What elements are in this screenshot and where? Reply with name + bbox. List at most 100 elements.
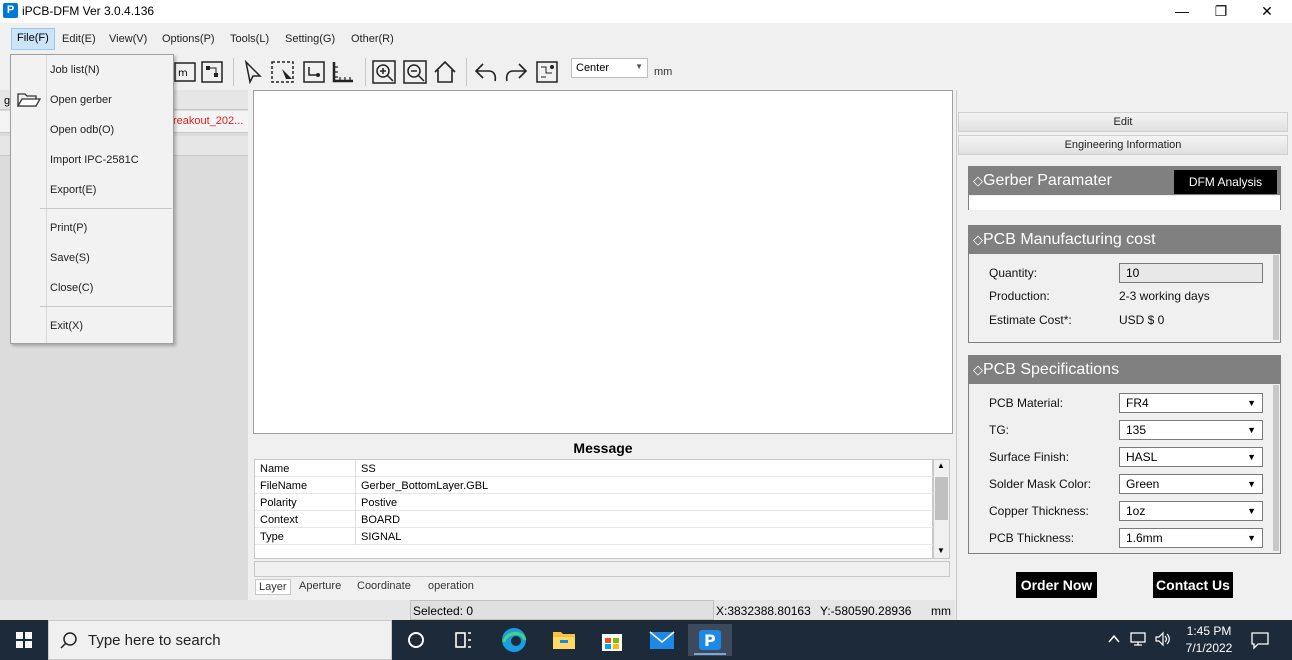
window-title: iPCB-DFM Ver 3.0.4.136: [22, 4, 155, 18]
menu-other[interactable]: Other(R): [351, 33, 394, 45]
engineering-info-header[interactable]: Engineering Information: [958, 135, 1288, 155]
order-now-button[interactable]: Order Now: [1016, 572, 1097, 598]
dropdown-arrow-icon: ▼: [1247, 425, 1256, 435]
mail-icon[interactable]: [640, 624, 684, 656]
edge-browser-icon[interactable]: [492, 624, 536, 656]
dropdown-arrow-icon: ▼: [1247, 398, 1256, 408]
tab-layer[interactable]: Layer: [255, 579, 291, 595]
menu-item-export[interactable]: Export(E): [50, 184, 96, 196]
edit-header[interactable]: Edit: [958, 112, 1288, 132]
contact-us-button[interactable]: Contact Us: [1153, 572, 1233, 598]
status-unit: mm: [931, 604, 951, 618]
menu-item-open-gerber[interactable]: Open gerber: [50, 94, 112, 106]
gerber-title: Gerber Paramater: [983, 172, 1112, 189]
menu-view[interactable]: View(V): [109, 33, 147, 45]
store-icon[interactable]: [590, 624, 634, 656]
surface-finish-select[interactable]: HASL ▼: [1119, 447, 1263, 467]
task-view-icon[interactable]: [441, 624, 485, 656]
redo-icon[interactable]: [503, 59, 529, 85]
windows-start-icon[interactable]: [0, 620, 48, 660]
cost-section-header[interactable]: ◇PCB Manufacturing cost: [969, 226, 1280, 254]
ruler-icon[interactable]: [330, 59, 356, 85]
maximize-button[interactable]: ❐: [1198, 0, 1244, 23]
show-hidden-icons-icon[interactable]: [1107, 632, 1121, 649]
estimate-cost-value: USD $ 0: [1119, 313, 1165, 327]
move-icon[interactable]: [301, 59, 327, 85]
menu-item-print[interactable]: Print(P): [50, 222, 87, 234]
menu-item-exit[interactable]: Exit(X): [50, 320, 83, 332]
undo-icon[interactable]: [473, 59, 499, 85]
menu-file[interactable]: File(F): [11, 28, 55, 50]
quantity-input[interactable]: 10: [1119, 263, 1263, 283]
status-y-coordinate: Y:-580590.28936: [820, 604, 912, 618]
menu-item-import-ipc[interactable]: Import IPC-2581C: [50, 154, 139, 166]
pcb-thickness-select[interactable]: 1.6mm ▼: [1119, 528, 1263, 548]
message-table: Name SS FileName Gerber_BottomLayer.GBL Po…: [254, 459, 934, 559]
align-select[interactable]: Center ▼: [571, 58, 648, 78]
table-row: Polarity Postive: [255, 494, 934, 511]
search-icon: [60, 631, 78, 652]
tg-select[interactable]: 135 ▼: [1119, 420, 1263, 440]
surface-finish-label: Surface Finish:: [989, 450, 1070, 464]
chevron-icon: ◇: [973, 362, 983, 377]
job-name[interactable]: reakout_202...: [173, 115, 243, 127]
close-button[interactable]: ✕: [1244, 0, 1290, 23]
zoom-in-icon[interactable]: [371, 59, 397, 85]
taskbar-clock-date[interactable]: 7/1/2022: [1184, 641, 1234, 655]
net-icon[interactable]: [199, 59, 225, 85]
measure-icon[interactable]: m: [172, 59, 198, 85]
menu-item-save[interactable]: Save(S): [50, 252, 90, 264]
network-icon[interactable]: [1129, 631, 1147, 650]
specs-scrollbar[interactable]: [1273, 385, 1279, 551]
solder-mask-select[interactable]: Green ▼: [1119, 474, 1263, 494]
tab-aperture[interactable]: Aperture: [299, 580, 341, 592]
cost-title: PCB Manufacturing cost: [983, 231, 1156, 248]
menu-edit[interactable]: Edit(E): [62, 33, 96, 45]
table-row: Name SS: [255, 460, 934, 477]
dropdown-arrow-icon: ▼: [1247, 506, 1256, 516]
tab-operation[interactable]: operation: [428, 580, 474, 592]
layout-icon[interactable]: [534, 59, 560, 85]
menu-item-job-list[interactable]: Job list(N): [50, 64, 100, 76]
pcb-thickness-label: PCB Thickness:: [989, 531, 1075, 545]
message-title: Message: [573, 440, 633, 456]
cortana-icon[interactable]: [394, 624, 438, 656]
align-select-value: Center: [576, 62, 610, 74]
menu-separator: [40, 208, 172, 209]
chevron-icon: ◇: [973, 173, 983, 188]
toolbar-separator: [365, 58, 366, 86]
table-row: Context BOARD: [255, 511, 934, 528]
message-hscrollbar[interactable]: [254, 561, 950, 577]
scroll-down-icon[interactable]: ▼: [937, 546, 945, 555]
svg-text:P: P: [704, 631, 716, 650]
select-arrow-icon[interactable]: [240, 59, 266, 85]
menu-options[interactable]: Options(P): [162, 33, 215, 45]
menu-item-close[interactable]: Close(C): [50, 282, 93, 294]
ipcb-dfm-taskbar-icon[interactable]: P: [688, 624, 732, 656]
notification-icon[interactable]: [1250, 630, 1270, 653]
volume-icon[interactable]: [1154, 631, 1172, 650]
specs-section-header[interactable]: ◇PCB Specifications: [969, 356, 1280, 384]
menu-item-open-odb[interactable]: Open odb(O): [50, 124, 114, 136]
zoom-out-icon[interactable]: [402, 59, 428, 85]
taskbar-clock-time[interactable]: 1:45 PM: [1186, 624, 1232, 638]
dropdown-arrow-icon: ▼: [1247, 479, 1256, 489]
scroll-up-icon[interactable]: ▲: [937, 461, 945, 470]
scrollbar-thumb[interactable]: [935, 477, 948, 520]
copper-thickness-select[interactable]: 1oz ▼: [1119, 501, 1263, 521]
menu-separator: [40, 306, 172, 307]
drawing-canvas[interactable]: [253, 90, 953, 434]
menu-setting[interactable]: Setting(G): [285, 33, 335, 45]
file-explorer-icon[interactable]: [542, 624, 586, 656]
menu-file-label: File(F): [17, 32, 49, 44]
pcb-material-select[interactable]: FR4 ▼: [1119, 393, 1263, 413]
box-select-icon[interactable]: [270, 59, 296, 85]
dfm-analysis-button[interactable]: DFM Analysis: [1174, 170, 1277, 194]
status-selected: Selected: 0: [410, 600, 714, 620]
dropdown-arrow-icon: ▼: [635, 62, 643, 71]
cost-scrollbar[interactable]: [1273, 255, 1279, 340]
menu-tools[interactable]: Tools(L): [230, 33, 269, 45]
tab-coordinate[interactable]: Coordinate: [357, 580, 411, 592]
home-icon[interactable]: [432, 59, 458, 85]
production-label: Production:: [989, 289, 1050, 303]
